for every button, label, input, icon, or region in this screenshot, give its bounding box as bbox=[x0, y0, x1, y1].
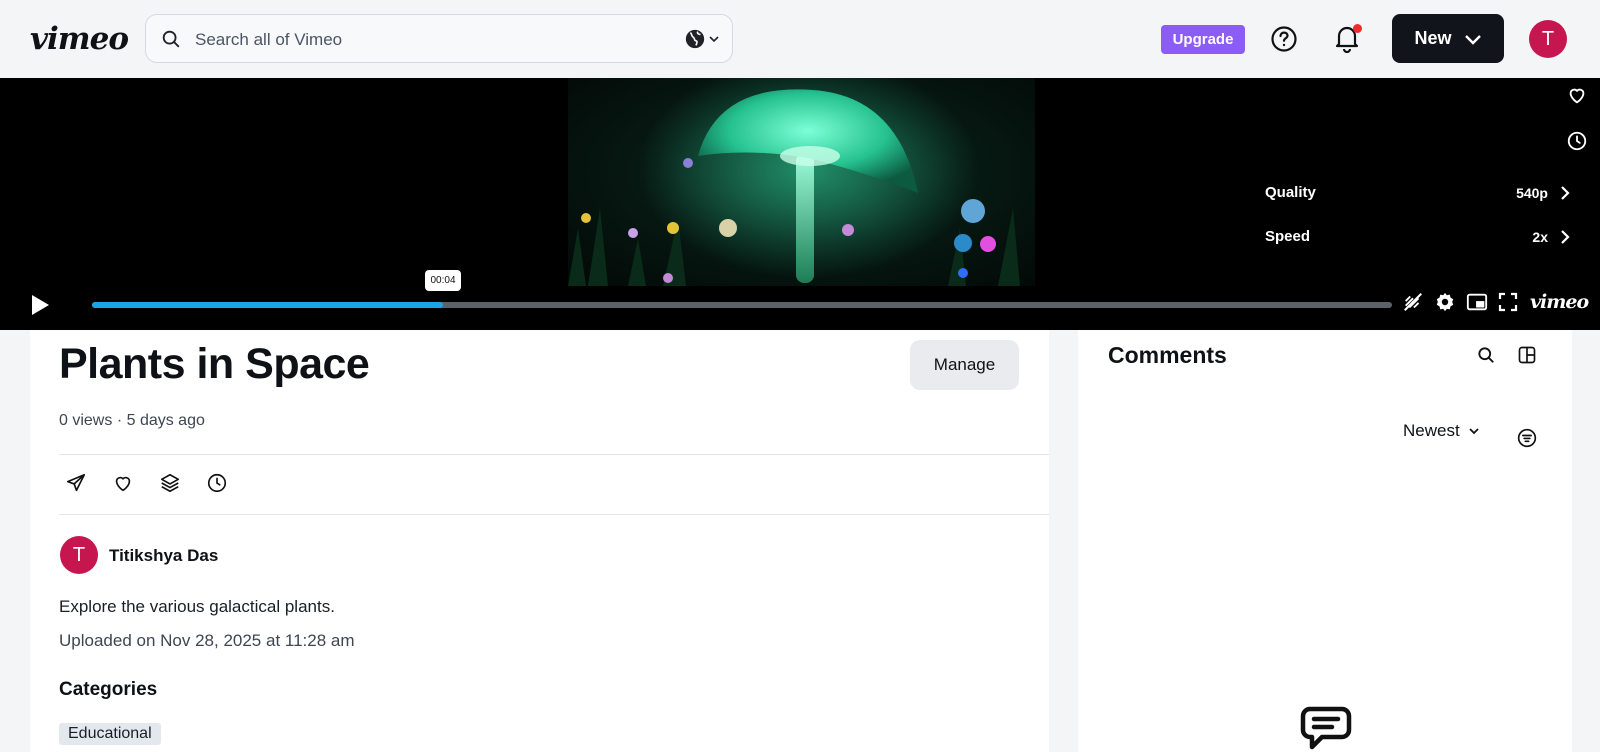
comments-panel: Comments Newest bbox=[1078, 330, 1572, 752]
divider bbox=[59, 454, 1049, 455]
speed-label: Speed bbox=[1265, 228, 1311, 245]
video-details: Plants in Space Manage 0 views · 5 days … bbox=[30, 330, 1049, 752]
owner-avatar[interactable]: T bbox=[60, 536, 98, 574]
chevron-right-icon bbox=[1560, 229, 1570, 245]
video-description: Explore the various galactical plants. bbox=[59, 597, 335, 616]
view-count: 0 views bbox=[59, 412, 113, 429]
player-controls: vimeo bbox=[1402, 291, 1589, 313]
share-send-icon[interactable] bbox=[65, 472, 87, 494]
new-button[interactable]: New bbox=[1392, 14, 1504, 63]
owner-name[interactable]: Titikshya Das bbox=[109, 546, 218, 566]
empty-comments-chat-icon bbox=[1300, 706, 1352, 752]
video-meta: 0 views · 5 days ago bbox=[59, 412, 205, 430]
chevron-down-icon bbox=[708, 33, 720, 45]
video-actions bbox=[65, 472, 228, 494]
new-button-label: New bbox=[1414, 28, 1452, 48]
search-scope-dropdown[interactable] bbox=[684, 28, 720, 50]
video-frame bbox=[568, 78, 1035, 286]
search-bar[interactable]: Search all of Vimeo bbox=[145, 14, 733, 63]
vimeo-player-logo[interactable]: vimeo bbox=[1530, 291, 1589, 313]
top-header: vimeo Search all of Vimeo Upgrade New T bbox=[0, 0, 1600, 78]
search-comments-icon[interactable] bbox=[1476, 345, 1496, 365]
chevron-right-icon bbox=[1560, 185, 1570, 201]
speed-menu-item[interactable]: Speed 2x bbox=[1265, 228, 1570, 245]
globe-icon bbox=[684, 28, 706, 50]
manage-button[interactable]: Manage bbox=[910, 340, 1019, 390]
add-to-collection-layers-icon[interactable] bbox=[159, 472, 181, 494]
play-icon[interactable] bbox=[30, 294, 50, 316]
posted-time: 5 days ago bbox=[126, 412, 205, 429]
watch-later-clock-icon[interactable] bbox=[1566, 130, 1588, 152]
quality-label: Quality bbox=[1265, 184, 1316, 201]
filter-icon[interactable] bbox=[1517, 428, 1537, 448]
hide-captions-icon[interactable] bbox=[1402, 291, 1424, 313]
notifications-bell-icon[interactable] bbox=[1334, 23, 1362, 53]
quality-value: 540p bbox=[1516, 184, 1548, 201]
fullscreen-icon[interactable] bbox=[1498, 292, 1518, 312]
watch-later-clock-icon[interactable] bbox=[206, 472, 228, 494]
like-heart-icon[interactable] bbox=[1566, 84, 1588, 106]
sort-dropdown[interactable]: Newest bbox=[1403, 421, 1480, 441]
search-icon bbox=[160, 28, 182, 50]
divider bbox=[59, 514, 1049, 515]
speed-value: 2x bbox=[1532, 228, 1548, 245]
help-icon[interactable] bbox=[1270, 25, 1298, 53]
sort-label: Newest bbox=[1403, 421, 1460, 440]
categories-heading: Categories bbox=[59, 679, 158, 700]
upgrade-button[interactable]: Upgrade bbox=[1161, 25, 1245, 54]
notification-dot bbox=[1353, 24, 1362, 33]
chevron-down-icon bbox=[1468, 425, 1480, 437]
video-title: Plants in Space bbox=[59, 340, 370, 388]
video-player[interactable]: Quality 540p Speed 2x 00:04 vimeo bbox=[0, 78, 1600, 330]
picture-in-picture-icon[interactable] bbox=[1466, 292, 1488, 312]
quality-menu-item[interactable]: Quality 540p bbox=[1265, 184, 1570, 201]
progress-bar[interactable] bbox=[92, 302, 1392, 308]
progress-fill bbox=[92, 302, 443, 308]
chevron-down-icon bbox=[1464, 33, 1482, 45]
user-avatar[interactable]: T bbox=[1529, 20, 1567, 58]
category-tag[interactable]: Educational bbox=[59, 723, 161, 745]
comments-title: Comments bbox=[1108, 342, 1227, 368]
toggle-panel-layout-icon[interactable] bbox=[1517, 345, 1537, 365]
time-tooltip: 00:04 bbox=[425, 270, 461, 291]
upload-date: Uploaded on Nov 28, 2025 at 11:28 am bbox=[59, 631, 355, 650]
search-input[interactable]: Search all of Vimeo bbox=[195, 30, 342, 50]
video-still-image bbox=[568, 78, 1020, 286]
settings-gear-icon[interactable] bbox=[1434, 291, 1456, 313]
vimeo-logo[interactable]: vimeo bbox=[30, 24, 129, 55]
meta-separator: · bbox=[116, 412, 127, 429]
like-heart-icon[interactable] bbox=[112, 472, 134, 494]
